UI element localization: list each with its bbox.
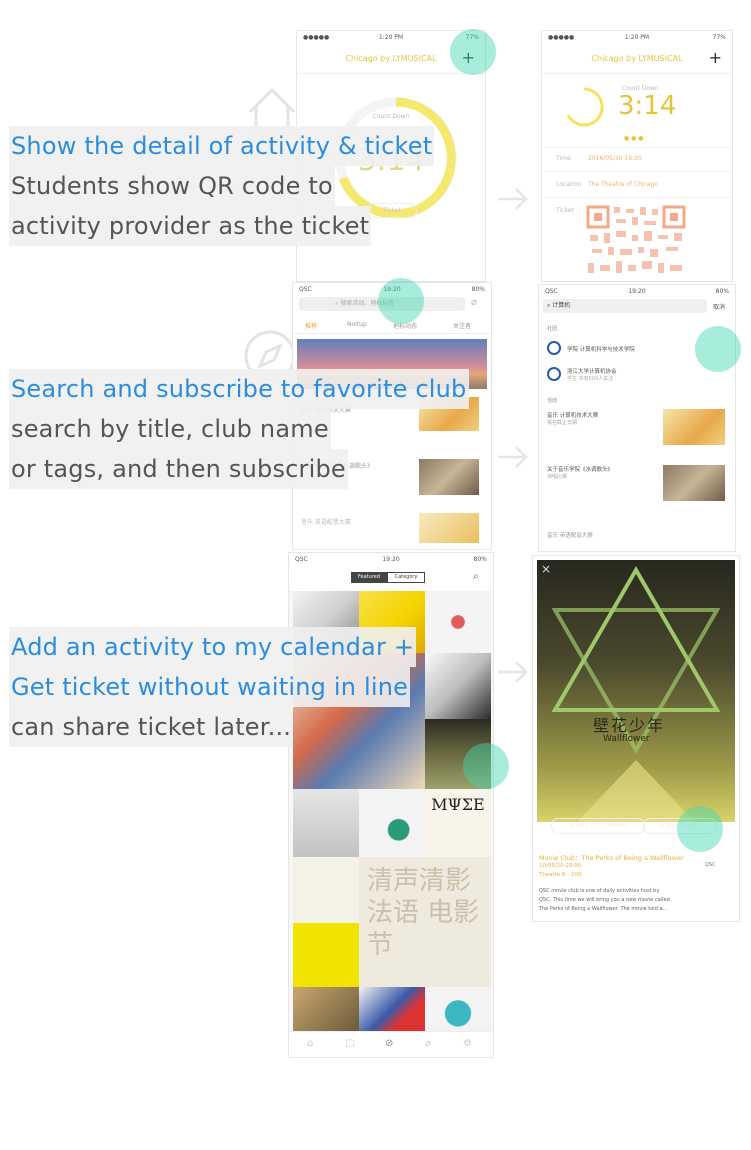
feed-thumb[interactable] [419, 513, 479, 543]
status-bar: ●●●●● 1:20 PM 77% [548, 34, 726, 41]
poster-tile[interactable] [293, 923, 359, 987]
poster-tile[interactable] [293, 987, 359, 1031]
tab-followers[interactable]: 关注者 [453, 321, 471, 330]
movie-time: 10/05/20 20:00 [539, 863, 582, 869]
event-meta: 演唱比赛 [547, 474, 568, 480]
time-value: 2016/05/30 19:30 [588, 155, 642, 162]
tab-bar: ⌂ ▢ ⊘ ⌀ ⚙ [289, 1031, 493, 1057]
poster-subtitle: Wallflower [603, 734, 650, 744]
tab-recommend[interactable]: 推荐 [305, 321, 317, 330]
event-title[interactable]: 音乐 计算机技术大赛 [547, 411, 598, 419]
countdown-value: 3:14 [618, 91, 677, 121]
poster-tile[interactable] [359, 987, 425, 1031]
caption-calendar-ticket: Add an activity to my calendar + Get tic… [9, 627, 417, 747]
festival-poster-text: 清声清影 法语 电影节 [367, 866, 480, 960]
close-icon[interactable]: × [541, 562, 551, 576]
caption-headline: Get ticket without waiting in line [9, 667, 411, 707]
tap-highlight [463, 743, 509, 789]
event-title[interactable]: 音乐 英语配音大赛 [547, 531, 593, 539]
caption-headline: Show the detail of activity & ticket [9, 126, 435, 166]
club-name[interactable]: 浙江大学计算机协会 [567, 367, 617, 375]
tap-highlight [450, 29, 496, 75]
nav-title: Chicago by LYMUSICAL [591, 54, 683, 63]
caption-headline: Add an activity to my calendar + [9, 627, 417, 667]
tag-icon[interactable]: ⌀ [425, 1038, 431, 1049]
event-meta: 报名截止日期 [547, 420, 578, 426]
search-input[interactable]: ⌕ 计算机 [543, 299, 707, 313]
poster-triangle-art [551, 566, 721, 822]
poster-tile[interactable] [425, 987, 491, 1031]
location-label: Location [556, 181, 582, 188]
description-line: QSC. This time we will bring you a new m… [539, 897, 670, 903]
tap-highlight [695, 326, 741, 372]
tile-text: MΨΣE [431, 795, 485, 814]
club-avatar [547, 341, 561, 355]
qr-code [586, 203, 686, 281]
tap-highlight [677, 806, 723, 852]
movie-title: Movie Club：The Perks of Being a Wallflow… [539, 854, 684, 862]
poster-tile[interactable] [359, 789, 425, 857]
poster-tile[interactable] [293, 857, 359, 923]
caption-desc: search by title, club name [9, 409, 331, 449]
arrow-right-icon [498, 661, 528, 683]
countdown-label: Count Down [372, 113, 410, 120]
segment-featured[interactable]: Featured [351, 572, 387, 583]
club-tag: QSC [705, 862, 716, 868]
poster-tile[interactable]: 清声清影 法语 电影节 [359, 857, 491, 987]
poster-tile[interactable] [293, 789, 359, 857]
add-button[interactable]: + [709, 48, 722, 67]
event-title[interactable]: 关于音乐学院《水调歌头》 [547, 465, 613, 473]
tab-noitup[interactable]: Noitup [347, 321, 367, 328]
caption-desc: can share ticket later... [9, 707, 294, 747]
poster-tile[interactable] [425, 591, 491, 653]
caption-headline: Search and subscribe to favorite club [9, 369, 469, 409]
poster-tile[interactable]: MΨΣE [425, 789, 491, 857]
poster-title: 壁花少年 [593, 716, 666, 735]
movie-place: Theatre B · 200 [539, 872, 582, 878]
caption-desc: Students show QR code to [9, 166, 335, 206]
cancel-button[interactable]: 取消 [713, 302, 725, 311]
countdown-ring-small [566, 87, 604, 127]
poster-tile[interactable] [425, 653, 491, 719]
search-icon[interactable]: ⌕ [473, 571, 479, 582]
club-avatar [547, 367, 561, 381]
caption-search-subscribe: Search and subscribe to favorite club se… [9, 369, 469, 489]
events-header: 活动 [547, 398, 558, 404]
description-line: QSC movie club is one of daily activitie… [539, 888, 660, 894]
tap-highlight [378, 278, 424, 324]
description-line: The Perks of Being a Wallflower. The mov… [539, 906, 668, 912]
screen-ticket-detail: ●●●●● 1:20 PM 77% Chicago by LYMUSICAL +… [541, 30, 733, 282]
location-value: The Theatre of Chicago [588, 181, 658, 188]
club-name[interactable]: 学院 计算机科学与技术学院 [567, 345, 635, 353]
time-label: Time [556, 155, 571, 162]
clubs-header: 社团 [547, 326, 558, 332]
caption-desc: activity provider as the ticket [9, 206, 372, 246]
event-thumb[interactable] [663, 465, 725, 501]
screen-event-detail: × 壁花少年 Wallflower + Add to Schedule + Bu… [532, 555, 740, 922]
arrow-right-icon [498, 446, 528, 468]
add-to-schedule-button[interactable]: + Add to Schedule [551, 818, 645, 834]
screen-search-results: QSC 19:20 80% ⌕ 计算机 取消 社团 学院 计算机科学与技术学院 … [538, 284, 736, 552]
nav-bar: Chicago by LYMUSICAL + [542, 45, 732, 74]
status-bar: QSC 19:20 80% [545, 288, 729, 295]
settings-icon[interactable]: ⚙ [463, 1038, 472, 1049]
segment-category[interactable]: Category [387, 572, 425, 583]
home-icon[interactable]: ⌂ [307, 1038, 313, 1049]
event-thumb[interactable] [663, 409, 725, 445]
tag-icon[interactable]: ⌀ [471, 297, 477, 308]
feed-item-title: 音乐 英语配音大赛 [301, 519, 351, 526]
caption-ticket-detail: Show the detail of activity & ticket Stu… [9, 126, 435, 246]
arrow-right-icon [498, 188, 528, 210]
status-bar: QSC 19:20 80% [289, 553, 493, 567]
calendar-icon[interactable]: ▢ [345, 1038, 354, 1049]
compass-icon[interactable]: ⊘ [385, 1038, 393, 1049]
club-meta: 学生 共有500人关注 [567, 376, 614, 382]
ticket-label: Ticket [556, 207, 574, 214]
caption-desc: or tags, and then subscribe [9, 449, 348, 489]
